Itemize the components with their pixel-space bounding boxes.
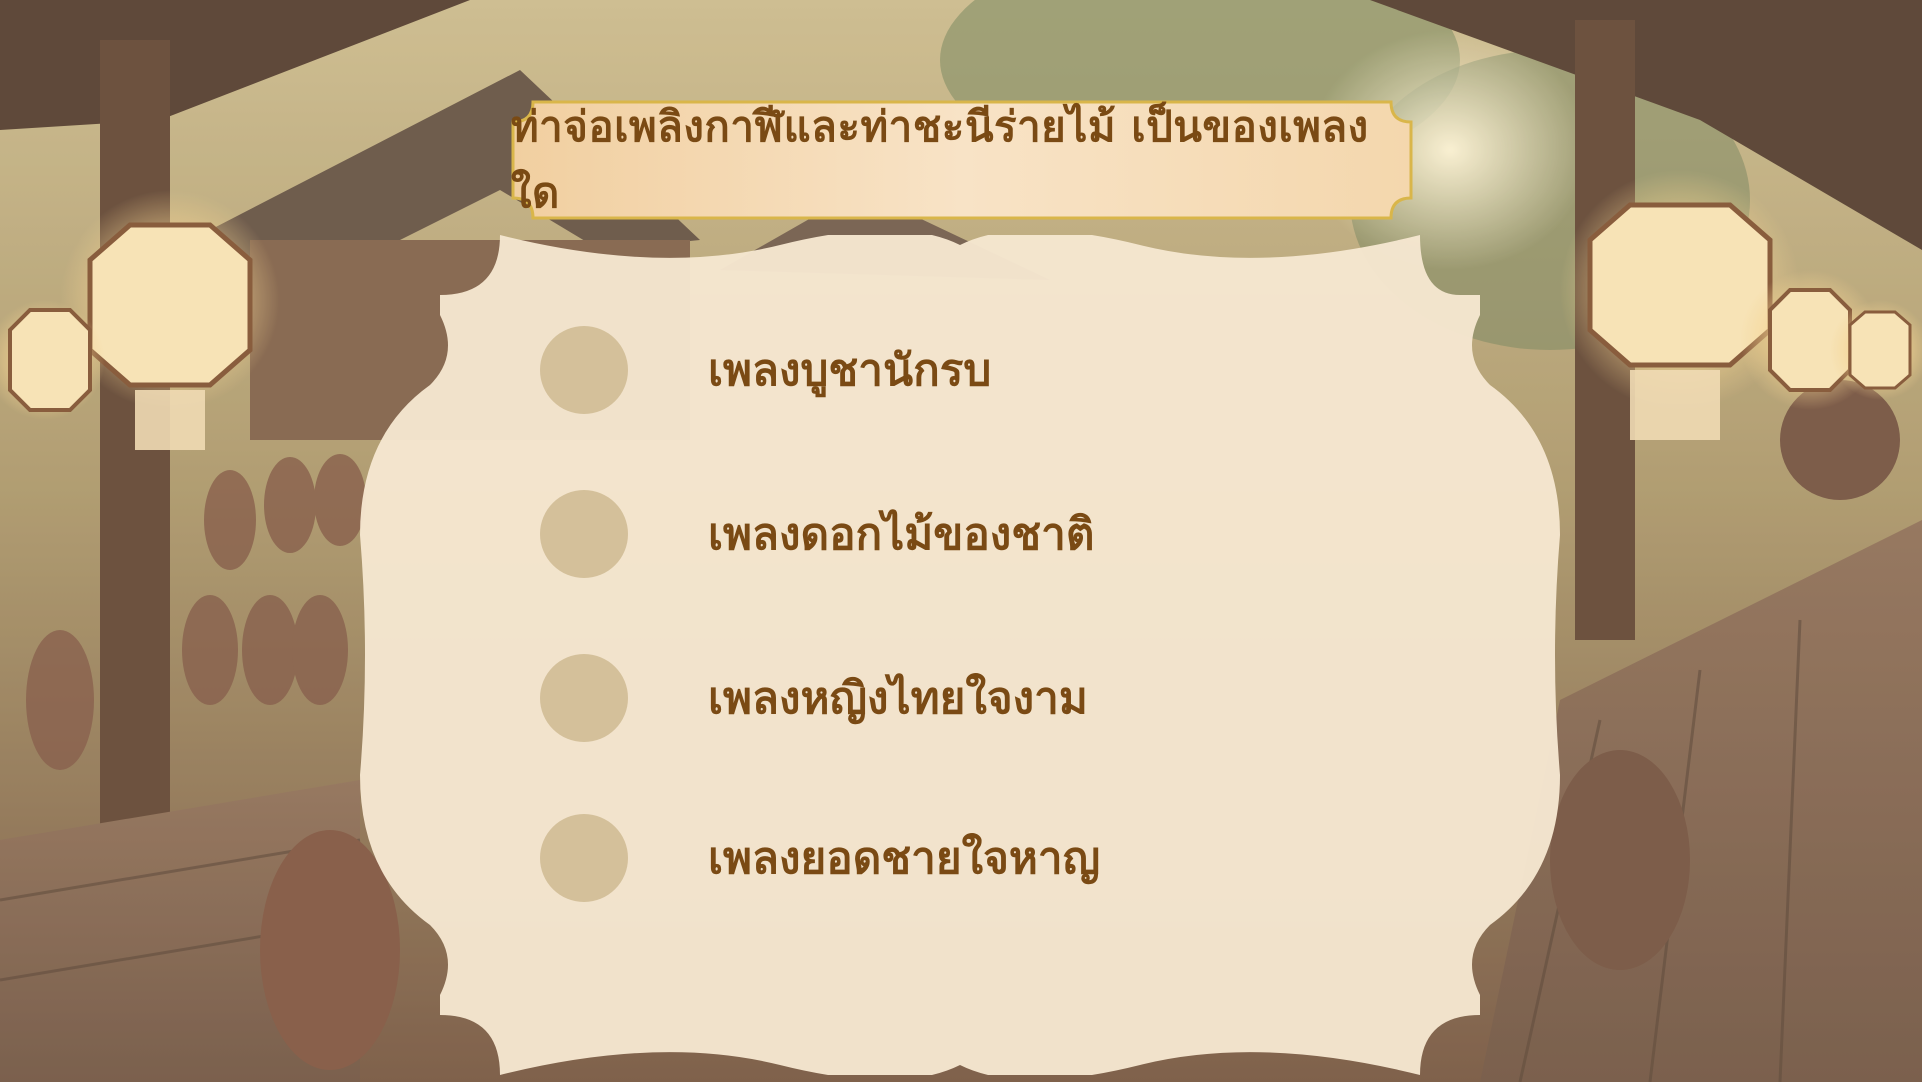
question-banner: ท่าจ่อเพลิงกาฬีและท่าชะนีร่ายไม้ เป็นของ… bbox=[511, 100, 1413, 220]
option-marker-1 bbox=[540, 326, 628, 414]
option-marker-3 bbox=[540, 654, 628, 742]
option-label-2: เพลงดอกไม้ของชาติ bbox=[708, 509, 1095, 560]
option-label-3: เพลงหญิงไทยใจงาม bbox=[708, 673, 1088, 724]
option-3[interactable]: เพลงหญิงไทยใจงาม bbox=[540, 653, 1240, 743]
option-label-4: เพลงยอดชายใจหาญ bbox=[708, 833, 1101, 884]
option-2[interactable]: เพลงดอกไม้ของชาติ bbox=[540, 489, 1240, 579]
option-4[interactable]: เพลงยอดชายใจหาญ bbox=[540, 813, 1240, 903]
option-1[interactable]: เพลงบูชานักรบ bbox=[540, 325, 1240, 415]
question-title: ท่าจ่อเพลิงกาฬีและท่าชะนีร่ายไม้ เป็นของ… bbox=[511, 102, 1369, 217]
option-label-1: เพลงบูชานักรบ bbox=[708, 345, 992, 396]
option-marker-2 bbox=[540, 490, 628, 578]
option-marker-4 bbox=[540, 814, 628, 902]
